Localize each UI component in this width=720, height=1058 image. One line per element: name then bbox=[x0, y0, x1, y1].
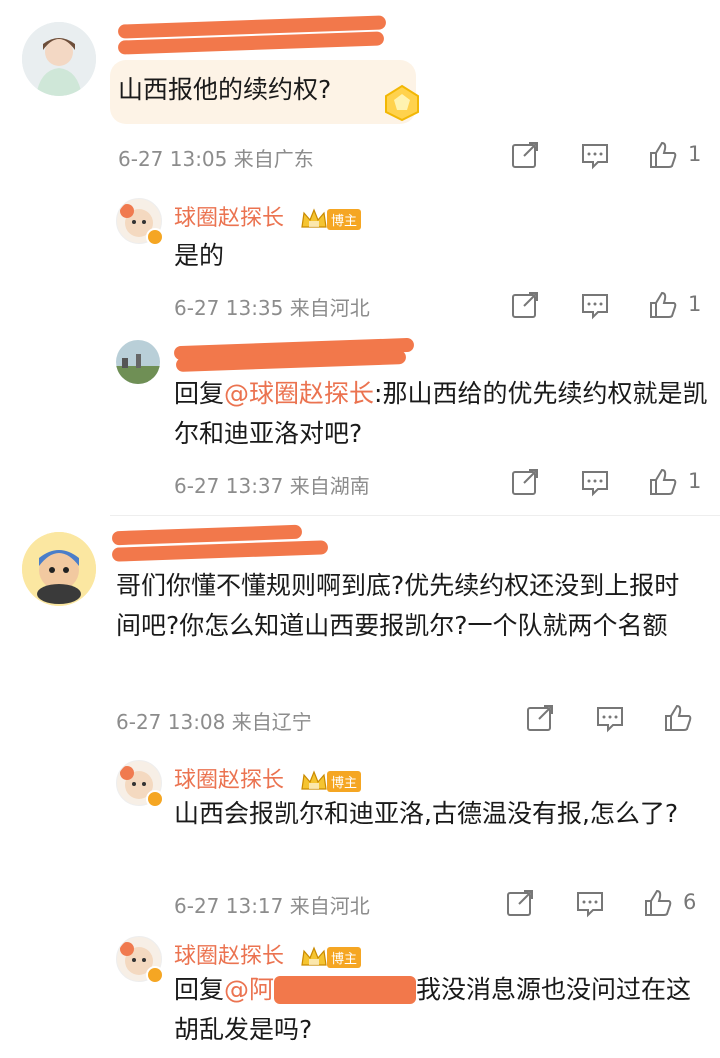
username-text: 球圈赵探长 bbox=[174, 768, 285, 793]
share-icon[interactable] bbox=[510, 140, 540, 170]
reply-text: 是的 bbox=[174, 241, 225, 270]
reply-prefix: 回复 bbox=[174, 379, 225, 408]
blogger-badge: 博主 bbox=[327, 770, 362, 792]
avatar[interactable] bbox=[116, 340, 160, 384]
verified-badge bbox=[146, 790, 164, 808]
comment-icon[interactable] bbox=[580, 140, 610, 170]
like-icon[interactable] bbox=[648, 467, 678, 497]
mention-redacted bbox=[274, 976, 417, 1004]
username-text: 球圈赵探长 bbox=[174, 206, 285, 231]
like-count: 1 bbox=[688, 292, 702, 316]
landscape-avatar-image bbox=[116, 340, 160, 384]
crown-icon bbox=[301, 770, 327, 790]
reply-actions: 1 bbox=[505, 467, 720, 497]
comment-text: 山西报他的续约权? bbox=[118, 75, 332, 104]
comment-icon[interactable] bbox=[580, 467, 610, 497]
comment-actions: 1 bbox=[505, 140, 720, 170]
comment-icon[interactable] bbox=[595, 703, 625, 733]
blogger-badge: 博主 bbox=[327, 946, 362, 968]
like-count: 1 bbox=[688, 469, 702, 493]
like-count: 6 bbox=[683, 890, 697, 914]
username[interactable]: 球圈赵探长 博主 bbox=[174, 938, 362, 970]
blogger-badge: 博主 bbox=[327, 208, 362, 230]
avatar[interactable] bbox=[22, 532, 96, 606]
divider bbox=[110, 515, 720, 516]
like-icon[interactable] bbox=[648, 140, 678, 170]
reply-meta: 6-27 13:37 来自湖南 bbox=[174, 474, 370, 498]
verified-badge bbox=[146, 228, 164, 246]
like-icon[interactable] bbox=[643, 888, 673, 918]
reply-prefix: 回复 bbox=[174, 975, 225, 1004]
mention-link[interactable]: @球圈赵探长 bbox=[224, 379, 374, 408]
mention-link[interactable]: @阿 bbox=[224, 975, 274, 1004]
share-icon[interactable] bbox=[510, 290, 540, 320]
like-count: 1 bbox=[688, 142, 702, 166]
crown-icon bbox=[301, 946, 327, 966]
like-icon[interactable] bbox=[663, 703, 693, 733]
comment-meta: 6-27 13:08 来自辽宁 bbox=[116, 710, 312, 734]
username[interactable]: 球圈赵探长 博主 bbox=[174, 762, 362, 794]
comment-meta: 6-27 13:05 来自广东 bbox=[118, 147, 314, 171]
share-icon[interactable] bbox=[505, 888, 535, 918]
reply-text: 山西会报凯尔和迪亚洛,古德温没有报,怎么了? bbox=[174, 799, 679, 828]
reply-text: 回复@球圈赵探长:那山西给的优先续约权就是凯尔和迪亚洛对吧? bbox=[174, 374, 714, 454]
reply-meta: 6-27 13:35 来自河北 bbox=[174, 296, 370, 320]
reply-text: 回复@阿 我没消息源也没问过在这胡乱发是吗? bbox=[174, 970, 704, 1050]
reply-actions: 1 bbox=[505, 290, 720, 320]
share-icon[interactable] bbox=[525, 703, 555, 733]
comment-icon[interactable] bbox=[580, 290, 610, 320]
reply-meta: 6-27 13:17 来自河北 bbox=[174, 894, 370, 918]
like-icon[interactable] bbox=[648, 290, 678, 320]
award-icon bbox=[385, 84, 419, 122]
comment-text: 哥们你懂不懂规则啊到底?优先续约权还没到上报时间吧?你怎么知道山西要报凯尔?一个… bbox=[116, 571, 680, 640]
verified-badge bbox=[146, 966, 164, 984]
avatar[interactable] bbox=[22, 22, 96, 96]
comment-icon[interactable] bbox=[575, 888, 605, 918]
crown-icon bbox=[301, 208, 327, 228]
user-avatar-image bbox=[22, 532, 96, 606]
user-avatar-image bbox=[22, 22, 96, 96]
reply-actions: 6 bbox=[500, 888, 720, 918]
comment-actions bbox=[520, 703, 720, 733]
share-icon[interactable] bbox=[510, 467, 540, 497]
username-text: 球圈赵探长 bbox=[174, 944, 285, 969]
username[interactable]: 球圈赵探长 博主 bbox=[174, 200, 362, 232]
